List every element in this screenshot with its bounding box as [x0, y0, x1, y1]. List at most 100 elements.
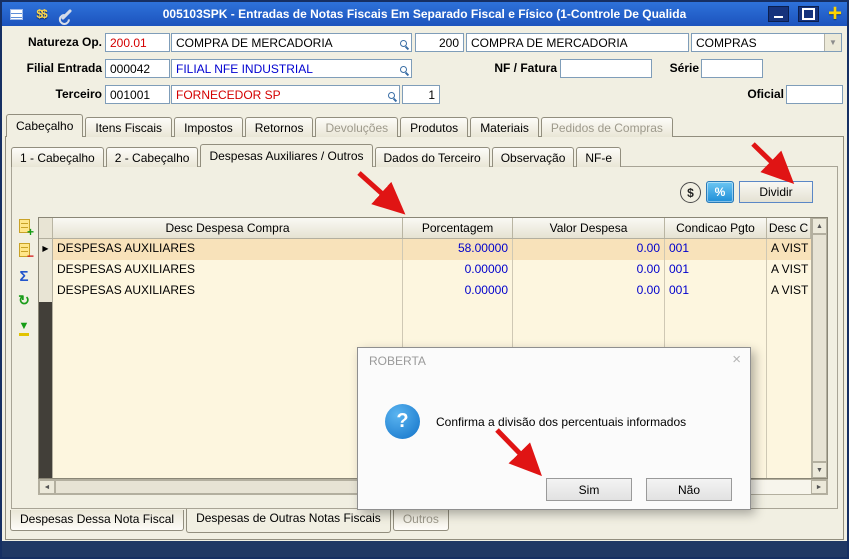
tab-cabe-alho[interactable]: Cabeçalho: [6, 114, 84, 137]
cell-valor[interactable]: 0.00: [513, 260, 665, 281]
row-marker-icon: ▶: [39, 239, 53, 260]
natureza-desc-field[interactable]: COMPRA DE MERCADORIA: [171, 33, 412, 52]
cell-porcentagem[interactable]: 0.00000: [403, 260, 513, 281]
vertical-scrollbar[interactable]: ▲ ▼: [811, 218, 827, 478]
transfer-down-icon[interactable]: ▼: [15, 319, 33, 337]
natureza-code-field[interactable]: 200.01: [105, 33, 170, 52]
terceiro-label: Terceiro: [55, 87, 102, 101]
serie-label: Série: [669, 61, 699, 75]
minimize-button[interactable]: [767, 6, 789, 22]
titlebar: $$ 005103SPK - Entradas de Notas Fiscais…: [2, 2, 847, 26]
tab-materiais[interactable]: Materiais: [470, 117, 539, 137]
window-title: 005103SPK - Entradas de Notas Fiscais Em…: [162, 7, 687, 21]
column-header-desc[interactable]: Desc Despesa Compra: [53, 218, 403, 238]
tab-outros: Outros: [392, 510, 449, 531]
filial-code-field[interactable]: 000042: [105, 59, 170, 78]
grid-empty-indicator: [39, 302, 53, 478]
cell-condicao[interactable]: 001: [665, 239, 767, 260]
search-icon[interactable]: [388, 92, 398, 102]
cell-desc_cond[interactable]: A VIST: [767, 281, 811, 302]
row-indicator-header: [39, 218, 53, 238]
tab-despesas-auxiliares-outros[interactable]: Despesas Auxiliares / Outros: [200, 144, 373, 167]
tab-dados-do-terceiro[interactable]: Dados do Terceiro: [374, 147, 490, 167]
filial-label: Filial Entrada: [26, 61, 102, 75]
tab-retornos[interactable]: Retornos: [244, 117, 314, 137]
bottom-status-bar: [2, 541, 847, 557]
grid-app-icon[interactable]: [7, 6, 25, 22]
tab-nf-e[interactable]: NF-e: [576, 147, 622, 167]
cell-valor[interactable]: 0.00: [513, 281, 665, 302]
scroll-left-icon[interactable]: ◄: [39, 480, 55, 494]
bottom-tab-bar: Despesas Dessa Nota Fiscal Despesas de Ou…: [10, 509, 451, 533]
question-icon: ?: [385, 404, 420, 439]
table-row[interactable]: DESPESAS AUXILIARES 0.00000 0.00 001 A VIST: [39, 260, 811, 281]
vertical-scroll-thumb[interactable]: [812, 234, 827, 462]
titlebar-icons: $$: [2, 6, 75, 22]
refresh-icon[interactable]: ↻: [15, 291, 33, 309]
filial-desc-field[interactable]: FILIAL NFE INDUSTRIAL: [171, 59, 412, 78]
scroll-right-icon[interactable]: ►: [811, 480, 827, 494]
cell-porcentagem[interactable]: 58.00000: [403, 239, 513, 260]
app-window: $$ 005103SPK - Entradas de Notas Fiscais…: [0, 0, 849, 559]
percent-button[interactable]: %: [706, 181, 734, 203]
tab-2-cabe-alho[interactable]: 2 - Cabeçalho: [105, 147, 199, 167]
money-icon[interactable]: $$: [32, 6, 50, 22]
scroll-up-icon[interactable]: ▲: [812, 218, 827, 234]
cell-desc_cond[interactable]: A VIST: [767, 239, 811, 260]
grid-empty-cell: [767, 302, 811, 478]
sim-button[interactable]: Sim: [546, 478, 632, 501]
tab-despesas-de-outras-notas-fiscais[interactable]: Despesas de Outras Notas Fiscais: [186, 509, 391, 533]
column-header-porcentagem[interactable]: Porcentagem: [403, 218, 513, 238]
terceiro-qty-field[interactable]: 1: [402, 85, 440, 104]
dollar-button[interactable]: $: [680, 182, 701, 203]
column-header-condicao[interactable]: Condicao Pgto: [665, 218, 767, 238]
tab-pedidos-de-compras: Pedidos de Compras: [540, 117, 673, 137]
tab-devolu-es: Devoluções: [315, 117, 399, 137]
table-row[interactable]: ▶ DESPESAS AUXILIARES 58.00000 0.00 001 A VIS…: [39, 239, 811, 260]
tipo-combo[interactable]: COMPRAS ▼: [691, 33, 842, 52]
grid-header: Desc Despesa Compra Porcentagem Valor Desp…: [39, 218, 827, 239]
search-icon[interactable]: [400, 40, 410, 50]
tab-observa-o[interactable]: Observação: [491, 147, 575, 167]
cell-condicao[interactable]: 001: [665, 281, 767, 302]
search-icon[interactable]: [400, 66, 410, 76]
terceiro-desc-field[interactable]: FORNECEDOR SP: [171, 85, 400, 104]
cell-desc_cond[interactable]: A VIST: [767, 260, 811, 281]
dialog-message: Confirma a divisão dos percentuais infor…: [436, 415, 687, 429]
cell-porcentagem[interactable]: 0.00000: [403, 281, 513, 302]
nao-button[interactable]: Não: [646, 478, 732, 501]
oficial-field[interactable]: [786, 85, 843, 104]
dividir-button[interactable]: Dividir: [739, 181, 813, 203]
tab-produtos[interactable]: Produtos: [400, 117, 469, 137]
table-row[interactable]: DESPESAS AUXILIARES 0.00000 0.00 001 A VIST: [39, 281, 811, 302]
scroll-down-icon[interactable]: ▼: [812, 462, 827, 478]
column-header-desc_cond[interactable]: Desc C: [767, 218, 811, 238]
oficial-label: Oficial: [747, 87, 784, 101]
wrench-icon[interactable]: [57, 6, 75, 22]
cell-desc[interactable]: DESPESAS AUXILIARES: [53, 260, 403, 281]
column-header-valor[interactable]: Valor Despesa: [513, 218, 665, 238]
tab-impostos[interactable]: Impostos: [174, 117, 243, 137]
nf-fatura-field[interactable]: [560, 59, 652, 78]
cell-desc[interactable]: DESPESAS AUXILIARES: [53, 239, 403, 260]
natureza-desc2-field[interactable]: COMPRA DE MERCADORIA: [466, 33, 689, 52]
delete-row-icon[interactable]: −: [15, 241, 34, 262]
sum-icon[interactable]: Σ: [15, 267, 33, 285]
cell-condicao[interactable]: 001: [665, 260, 767, 281]
terceiro-code-field[interactable]: 001001: [105, 85, 170, 104]
close-plus-button[interactable]: +: [828, 2, 842, 26]
serie-field[interactable]: [701, 59, 763, 78]
tab-itens-fiscais[interactable]: Itens Fiscais: [85, 117, 173, 137]
dialog-title: ROBERTA: [369, 354, 426, 368]
tab-1-cabe-alho[interactable]: 1 - Cabeçalho: [11, 147, 104, 167]
cell-desc[interactable]: DESPESAS AUXILIARES: [53, 281, 403, 302]
sub-tab-bar: 1 - Cabeçalho 2 - Cabeçalho Despesas Auxil…: [11, 144, 623, 167]
natureza-num-field[interactable]: 200: [415, 33, 464, 52]
cell-valor[interactable]: 0.00: [513, 239, 665, 260]
tab-despesas-dessa-nota-fiscal[interactable]: Despesas Dessa Nota Fiscal: [10, 510, 185, 531]
close-icon[interactable]: ×: [732, 351, 741, 368]
row-marker-icon: [39, 281, 53, 302]
maximize-button[interactable]: [797, 6, 819, 22]
chevron-down-icon[interactable]: ▼: [824, 34, 841, 51]
add-row-icon[interactable]: +: [15, 217, 34, 238]
